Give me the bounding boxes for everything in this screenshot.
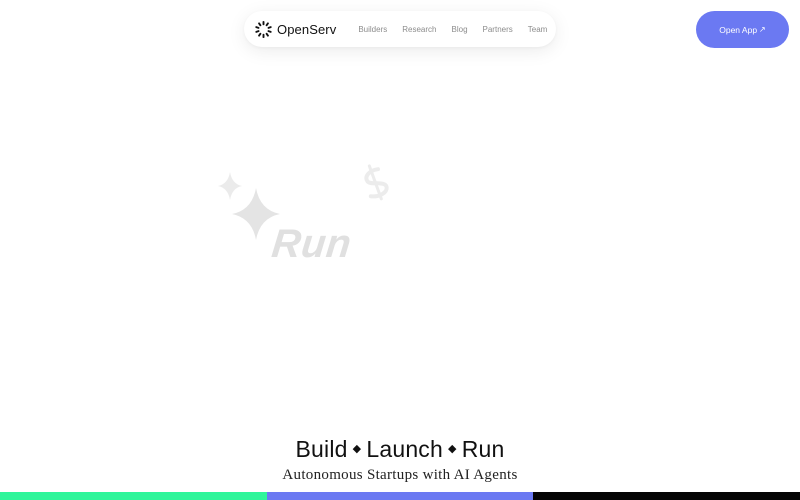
openserv-logo-icon <box>255 20 272 38</box>
hero-animated-word: Run <box>269 222 354 266</box>
nav-link-builders[interactable]: Builders <box>358 25 387 34</box>
headline-word-run: Run <box>461 436 505 462</box>
nav-link-research[interactable]: Research <box>402 25 436 34</box>
bar-segment-blue <box>267 492 533 500</box>
nav-link-blog[interactable]: Blog <box>452 25 468 34</box>
nav-links: Builders Research Blog Partners Team <box>358 25 547 34</box>
open-app-label: Open App <box>719 24 758 35</box>
hero-subheadline: Autonomous Startups with AI Agents <box>282 467 518 483</box>
dollar-icon <box>364 164 389 201</box>
nav-link-team[interactable]: Team <box>528 25 548 34</box>
small-sparkle-icon <box>218 172 242 200</box>
open-app-button[interactable]: Open App ↗ <box>696 11 789 48</box>
brand-logo-link[interactable]: OpenServ <box>254 20 336 39</box>
bar-segment-green <box>0 492 267 500</box>
brand-name: OpenServ <box>277 21 337 37</box>
headline-word-build: Build <box>295 436 348 462</box>
diamond-separator-icon: ◆ <box>352 443 362 456</box>
bar-segment-black <box>533 492 800 500</box>
top-navigation: OpenServ Builders Research Blog Partners… <box>244 11 556 47</box>
hero-headline: Build ◆ Launch ◆ Run <box>0 436 800 463</box>
diamond-separator-icon: ◆ <box>448 443 457 456</box>
arrow-up-right-icon: ↗ <box>759 25 766 34</box>
nav-link-partners[interactable]: Partners <box>483 25 513 34</box>
page: OpenServ Builders Research Blog Partners… <box>0 0 800 500</box>
bottom-color-bar <box>0 492 800 500</box>
headline-word-launch: Launch <box>366 436 444 462</box>
